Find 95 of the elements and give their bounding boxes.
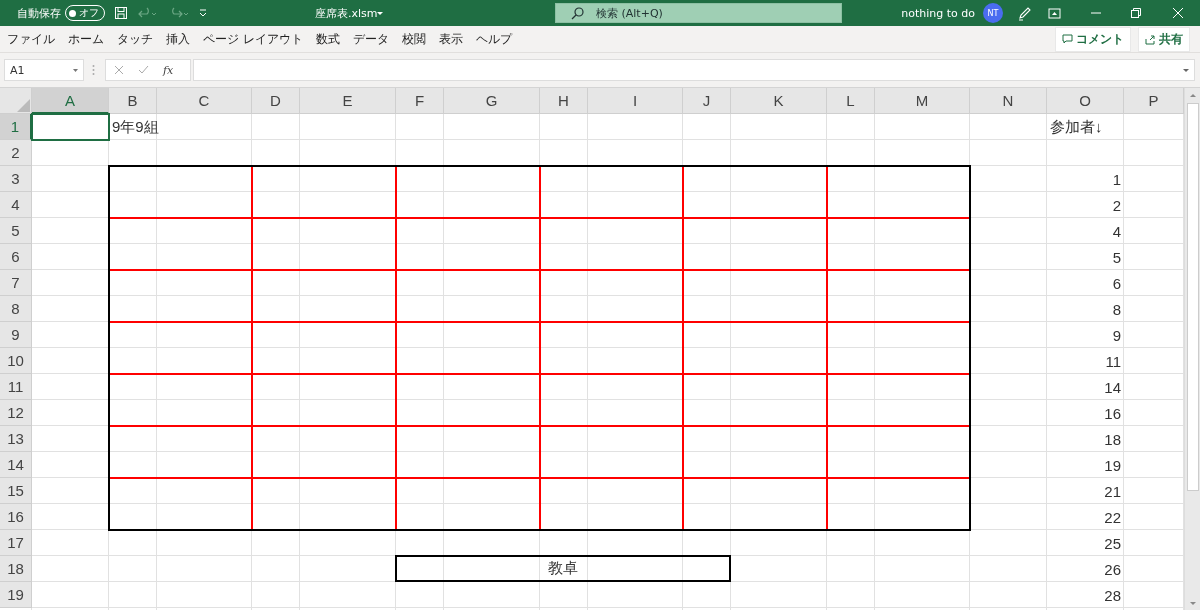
column-header[interactable]: E <box>300 88 396 114</box>
menu-tab[interactable]: ページ レイアウト <box>198 30 308 48</box>
caret-icon <box>1183 68 1189 72</box>
caret-icon <box>377 11 383 15</box>
column-header[interactable]: I <box>588 88 683 114</box>
ribbon-display-icon[interactable] <box>1048 7 1061 19</box>
row-header[interactable]: 4 <box>0 192 32 218</box>
menu-tab[interactable]: 表示 <box>433 30 468 48</box>
insert-function-button[interactable]: fx <box>163 63 174 77</box>
user-name[interactable]: nothing to do <box>901 6 975 20</box>
cell-text: 25 <box>1104 534 1121 552</box>
scroll-up-icon[interactable] <box>1188 92 1197 99</box>
column-header[interactable]: P <box>1124 88 1184 114</box>
row-header[interactable]: 14 <box>0 452 32 478</box>
column-header[interactable]: B <box>109 88 157 114</box>
cell-text: 26 <box>1104 560 1121 578</box>
column-header[interactable]: F <box>396 88 444 114</box>
cell-text: 参加者↓ <box>1050 117 1103 137</box>
column-header[interactable]: D <box>252 88 300 114</box>
row-header[interactable]: 10 <box>0 348 32 374</box>
comment-button[interactable]: コメント <box>1055 26 1131 52</box>
cell-text: 8 <box>1112 300 1121 318</box>
avatar[interactable]: NT <box>983 3 1003 23</box>
undo-icon[interactable] <box>138 7 157 19</box>
row-header[interactable]: 2 <box>0 140 32 166</box>
row-header[interactable]: 15 <box>0 478 32 504</box>
search-field[interactable]: 検索 (Alt+Q) <box>555 3 842 23</box>
menu-tab[interactable]: ファイル <box>2 30 60 48</box>
teacher-desk-cell: 教卓 <box>395 555 731 582</box>
cell-text: 22 <box>1104 508 1121 526</box>
cell-text: 28 <box>1104 586 1121 604</box>
row-header[interactable]: 19 <box>0 582 32 608</box>
name-box[interactable]: A1 <box>4 59 84 81</box>
grip-icon <box>92 64 95 76</box>
menu-tab[interactable]: 数式 <box>310 30 345 48</box>
row-header[interactable]: 6 <box>0 244 32 270</box>
row-header[interactable]: 3 <box>0 166 32 192</box>
active-cell[interactable] <box>31 113 110 141</box>
column-header[interactable]: K <box>731 88 827 114</box>
close-icon[interactable] <box>1173 8 1183 18</box>
cell-text: 6 <box>1112 274 1121 292</box>
enter-icon[interactable] <box>138 65 149 75</box>
column-header[interactable]: O <box>1047 88 1124 114</box>
menu-tab[interactable]: タッチ <box>112 30 158 48</box>
cell-text: 14 <box>1104 378 1121 396</box>
cell-text: 9年9組 <box>112 117 159 137</box>
scroll-down-icon[interactable] <box>1188 600 1197 607</box>
vertical-scrollbar[interactable] <box>1184 88 1200 610</box>
row-header[interactable]: 11 <box>0 374 32 400</box>
row-header[interactable]: 13 <box>0 426 32 452</box>
cell-text: 1 <box>1112 170 1121 188</box>
cell-text: 2 <box>1112 196 1121 214</box>
menu-tab[interactable]: 挿入 <box>161 30 195 48</box>
row-header[interactable]: 9 <box>0 322 32 348</box>
column-header[interactable]: C <box>157 88 252 114</box>
column-header[interactable]: J <box>683 88 731 114</box>
cell-text: 5 <box>1112 248 1121 266</box>
cell-text: 16 <box>1104 404 1121 422</box>
row-header[interactable]: 17 <box>0 530 32 556</box>
customize-caret-icon[interactable] <box>199 9 207 17</box>
row-header[interactable]: 8 <box>0 296 32 322</box>
menu-tab[interactable]: 校閲 <box>396 30 431 48</box>
row-header[interactable]: 5 <box>0 218 32 244</box>
row-header[interactable]: 18 <box>0 556 32 582</box>
cell-text: 19 <box>1104 456 1121 474</box>
column-header[interactable]: M <box>875 88 970 114</box>
formula-input[interactable] <box>193 59 1195 81</box>
save-icon[interactable] <box>114 6 128 20</box>
autosave-label: 自動保存 <box>17 5 61 21</box>
comment-icon <box>1062 33 1073 45</box>
row-header[interactable]: 1 <box>0 114 32 140</box>
search-icon <box>571 6 584 20</box>
cell-text: 11 <box>1105 352 1121 370</box>
column-header[interactable]: L <box>827 88 875 114</box>
restore-icon[interactable] <box>1131 8 1141 18</box>
cell-text: 21 <box>1104 482 1121 500</box>
column-header[interactable]: H <box>540 88 588 114</box>
cell-text: 9 <box>1112 326 1121 344</box>
menu-tab[interactable]: ヘルプ <box>470 30 517 48</box>
row-header[interactable]: 12 <box>0 400 32 426</box>
row-header[interactable]: 7 <box>0 270 32 296</box>
menu-tab[interactable]: データ <box>347 30 394 48</box>
caret-icon <box>73 68 78 72</box>
cell-text: 18 <box>1104 430 1121 448</box>
column-header[interactable]: N <box>970 88 1047 114</box>
share-icon <box>1145 33 1156 45</box>
share-button[interactable]: 共有 <box>1138 26 1190 52</box>
row-header[interactable]: 16 <box>0 504 32 530</box>
column-header[interactable]: G <box>444 88 540 114</box>
menu-tab[interactable]: ホーム <box>63 30 109 48</box>
cell-text: 4 <box>1112 222 1121 240</box>
cancel-icon[interactable] <box>114 65 124 75</box>
column-header[interactable]: A <box>32 88 109 114</box>
pen-icon[interactable] <box>1017 5 1032 21</box>
file-name[interactable]: 座席表.xlsm <box>315 5 465 21</box>
